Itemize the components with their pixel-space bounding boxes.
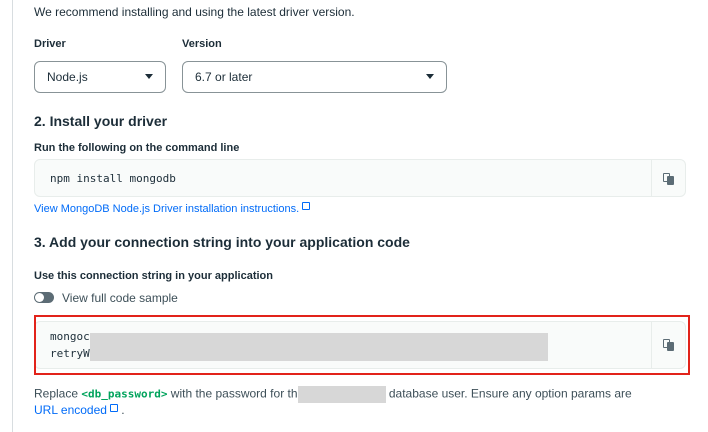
install-driver-sublabel: Run the following on the command line xyxy=(34,142,240,154)
chevron-down-icon xyxy=(426,74,434,79)
toggle-knob xyxy=(35,293,44,302)
replace-password-note: Replace <db_password> with the password … xyxy=(34,386,632,403)
url-encoded-link[interactable]: URL encoded xyxy=(34,403,118,417)
driver-install-link[interactable]: View MongoDB Node.js Driver installation… xyxy=(34,199,311,217)
full-code-sample-label: View full code sample xyxy=(62,291,178,305)
install-command-block: npm install mongodb xyxy=(34,159,686,197)
left-divider xyxy=(12,0,13,432)
url-encoded-end: . xyxy=(117,403,125,417)
url-encoded-link-text: URL encoded xyxy=(34,403,107,417)
driver-label: Driver xyxy=(34,38,66,50)
connection-string-title: 3. Add your connection string into your … xyxy=(34,234,410,250)
copy-install-command-button[interactable] xyxy=(651,160,685,196)
redacted-username xyxy=(297,386,386,403)
chevron-down-icon xyxy=(145,74,153,79)
driver-install-link-text: View MongoDB Node.js Driver installation… xyxy=(34,203,300,215)
install-command: npm install mongodb xyxy=(50,172,176,185)
replace-note-middle: with the password for th xyxy=(167,386,298,401)
version-label: Version xyxy=(182,38,222,50)
driver-select-value: Node.js xyxy=(47,70,88,84)
external-link-icon xyxy=(109,404,118,412)
driver-select[interactable]: Node.js xyxy=(34,61,166,93)
replace-note-suffix: database user. Ensure any option params … xyxy=(385,386,632,401)
external-link-icon xyxy=(302,202,311,210)
version-select[interactable]: 6.7 or later xyxy=(182,61,447,93)
connection-string-sublabel: Use this connection string in your appli… xyxy=(34,270,273,282)
replace-note-prefix: Replace xyxy=(34,386,82,401)
install-driver-title: 2. Install your driver xyxy=(34,113,168,129)
highlight-frame xyxy=(34,315,690,375)
url-encoded-line: URL encoded . xyxy=(34,403,125,417)
copy-icon xyxy=(663,173,675,185)
driver-recommendation-text: We recommend installing and using the la… xyxy=(34,5,355,19)
full-code-sample-toggle[interactable] xyxy=(34,292,54,303)
db-password-placeholder: <db_password> xyxy=(81,387,168,401)
version-select-value: 6.7 or later xyxy=(195,70,253,84)
